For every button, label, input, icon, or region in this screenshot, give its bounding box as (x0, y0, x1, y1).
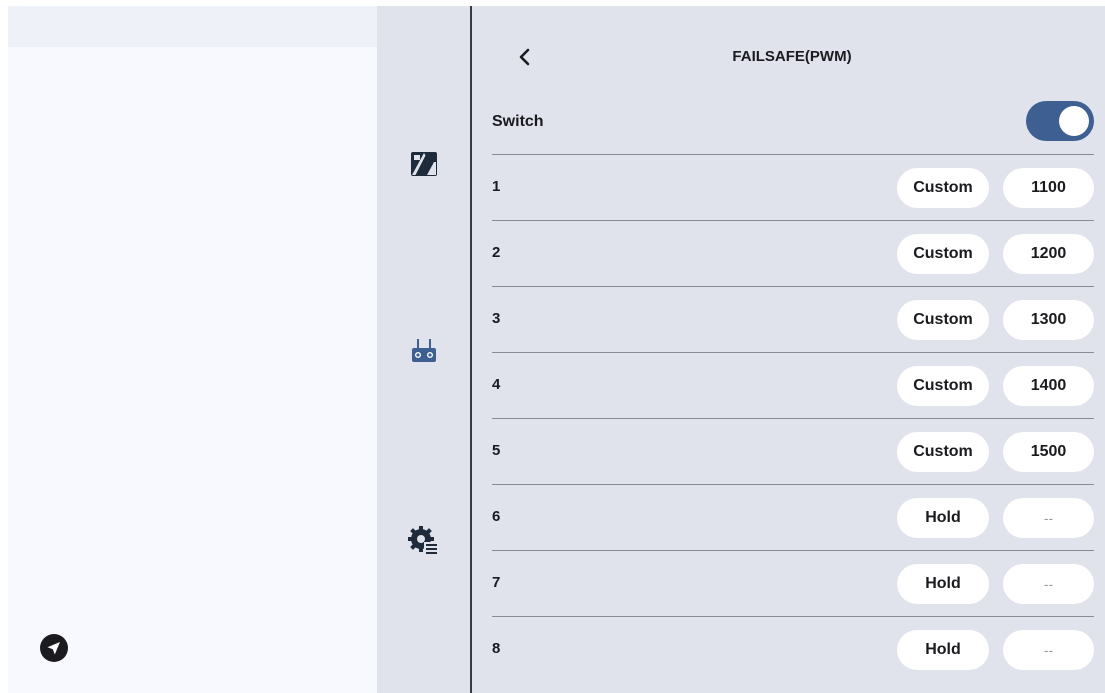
channel-mode-button[interactable]: Custom (897, 234, 989, 274)
channel-value-field[interactable]: -- (1003, 630, 1094, 670)
channel-value-field[interactable]: 1300 (1003, 300, 1094, 340)
left-panel (8, 6, 377, 693)
channel-label: 6 (492, 508, 501, 525)
channel-row-3: 3 Custom 1300 (492, 287, 1094, 353)
failsafe-switch-toggle[interactable] (1026, 101, 1094, 141)
failsafe-panel: FAILSAFE(PWM) Switch 1 Custom 1100 2 Custom 1… (472, 6, 1105, 693)
channel-value-field[interactable]: -- (1003, 564, 1094, 604)
channel-label: 8 (492, 640, 501, 657)
chevron-left-icon[interactable] (514, 46, 536, 68)
channel-mode-button[interactable]: Custom (897, 432, 989, 472)
nav-rail (377, 6, 470, 693)
channel-row-4: 4 Custom 1400 (492, 353, 1094, 419)
channel-value-field[interactable]: 1400 (1003, 366, 1094, 406)
channel-value-field[interactable]: 1200 (1003, 234, 1094, 274)
channel-mode-button[interactable]: Hold (897, 564, 989, 604)
page-title: FAILSAFE(PWM) (732, 48, 852, 65)
toggle-knob[interactable] (1059, 106, 1089, 136)
left-top-strip (8, 6, 377, 47)
channel-label: 3 (492, 310, 501, 327)
settings-gear-list-icon[interactable] (407, 524, 441, 558)
channel-label: 2 (492, 244, 501, 261)
channel-row-2: 2 Custom 1200 (492, 221, 1094, 287)
channel-row-7: 7 Hold -- (492, 551, 1094, 617)
channel-mode-button[interactable]: Custom (897, 366, 989, 406)
channel-label: 4 (492, 376, 501, 393)
remote-controller-icon[interactable] (407, 336, 441, 370)
channel-row-6: 6 Hold -- (492, 485, 1094, 551)
navigation-arrow-icon[interactable] (38, 632, 70, 664)
channel-mode-button[interactable]: Custom (897, 300, 989, 340)
channel-row-5: 5 Custom 1500 (492, 419, 1094, 485)
channel-mode-button[interactable]: Custom (897, 168, 989, 208)
channel-row-8: 8 Hold -- (492, 617, 1094, 683)
image-swap-icon[interactable] (407, 147, 441, 181)
channel-label: 7 (492, 574, 501, 591)
channel-value-field[interactable]: -- (1003, 498, 1094, 538)
channel-label: 1 (492, 178, 501, 195)
channel-mode-button[interactable]: Hold (897, 498, 989, 538)
channel-label: 5 (492, 442, 501, 459)
switch-label: Switch (492, 113, 544, 130)
channel-value-field[interactable]: 1500 (1003, 432, 1094, 472)
channel-mode-button[interactable]: Hold (897, 630, 989, 670)
channel-row-1: 1 Custom 1100 (492, 155, 1094, 221)
channel-value-field[interactable]: 1100 (1003, 168, 1094, 208)
